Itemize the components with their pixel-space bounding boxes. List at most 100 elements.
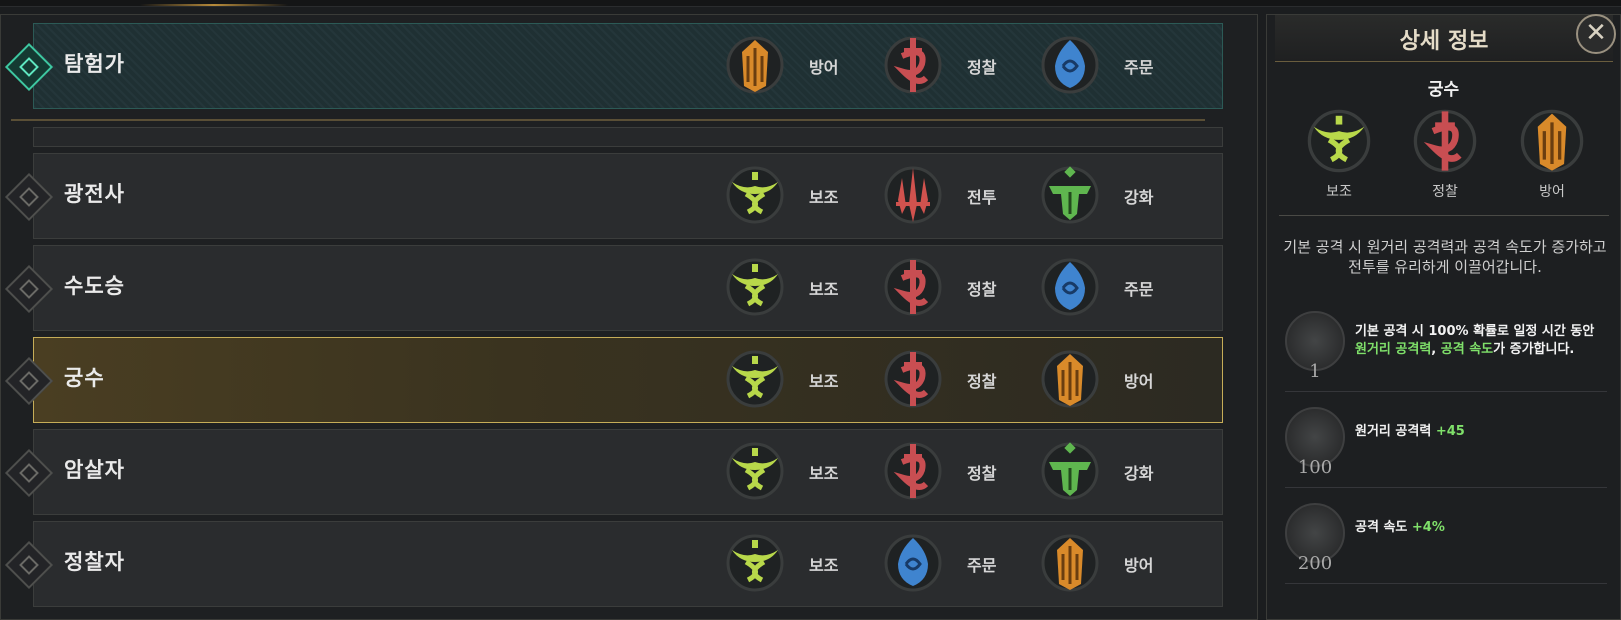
role-label: 방어 [1124, 556, 1154, 575]
effect-value: +45 [1435, 424, 1465, 439]
role-label: 강화 [1124, 464, 1154, 483]
role-slot: 보조 [724, 256, 864, 320]
combat-icon [884, 166, 942, 224]
role-slot: 방어 [724, 34, 864, 98]
role-slot: 정찰 [882, 256, 1022, 320]
effect-row: 100 원거리 공격력 +45 [1285, 401, 1607, 488]
class-row-assassin[interactable]: 암살자 보조 정찰 강화 [4, 429, 1223, 515]
role-slot: 강화 [1039, 440, 1179, 504]
effect-highlight: 원거리 공격력 [1355, 342, 1432, 357]
description-line: 전투를 유리하게 이끌어갑니다. [1348, 258, 1542, 276]
class-row-explorer[interactable]: 탐험가 방어 정찰 주문 [4, 23, 1223, 109]
role-slot: 주문 [882, 532, 1022, 596]
class-name: 탐험가 [64, 52, 125, 76]
recon-icon [884, 442, 942, 500]
effect-level: 100 [1297, 457, 1333, 478]
selected-class-name: 궁수 [1427, 80, 1460, 100]
role-slot: 전투 [882, 164, 1022, 228]
detail-role: 방어 [1514, 107, 1590, 207]
role-label: 정찰 [1432, 184, 1458, 200]
role-label: 방어 [1124, 372, 1154, 391]
class-emblem-icon [4, 42, 54, 92]
section-divider [11, 119, 1205, 121]
role-slot: 보조 [724, 440, 864, 504]
class-row-archer[interactable]: 궁수 보조 정찰 방어 [4, 337, 1223, 423]
defense-icon [1520, 109, 1584, 173]
divider [1279, 215, 1609, 216]
spell-icon [1041, 36, 1099, 94]
detail-header: 상세 정보 [1275, 15, 1613, 62]
defense-icon [726, 36, 784, 94]
role-label: 정찰 [967, 372, 997, 391]
role-slot: 보조 [724, 348, 864, 412]
class-name: 광전사 [64, 182, 125, 206]
role-label: 보조 [809, 280, 839, 299]
role-label: 전투 [967, 188, 997, 207]
class-description: 기본 공격 시 원거리 공격력과 공격 속도가 증가하고 전투를 유리하게 이끌… [1277, 237, 1613, 277]
recon-icon [884, 36, 942, 94]
class-name: 궁수 [64, 366, 105, 390]
role-slot: 주문 [1039, 256, 1179, 320]
effect-level: 1 [1309, 361, 1321, 382]
role-label: 보조 [1326, 184, 1352, 200]
class-list-panel: 탐험가 방어 정찰 주문 광전사 보조 전투 강화 수도승 보조 정찰 주문 궁… [0, 14, 1258, 620]
class-name: 수도승 [64, 274, 125, 298]
effect-value: +4% [1411, 520, 1445, 535]
role-label: 정찰 [967, 58, 997, 77]
role-label: 보조 [809, 464, 839, 483]
role-label: 주문 [1124, 280, 1154, 299]
spell-icon [1041, 258, 1099, 316]
effect-tail: 가 증가합니다. [1493, 342, 1575, 357]
effect-stat: 원거리 공격력 [1355, 424, 1436, 439]
role-slot: 주문 [1039, 34, 1179, 98]
description-line: 기본 공격 시 원거리 공격력과 공격 속도가 증가하고 [1283, 238, 1607, 256]
effect-line: 기본 공격 시 100% 확률로 일정 시간 동안 [1355, 324, 1595, 339]
active-tab-indicator [140, 4, 288, 6]
role-label: 보조 [809, 188, 839, 207]
support-icon [726, 258, 784, 316]
class-name: 암살자 [64, 458, 125, 482]
support-icon [1307, 109, 1371, 173]
effect-stat: 공격 속도 [1355, 520, 1412, 535]
defense-icon [1041, 350, 1099, 408]
effect-row: 1 기본 공격 시 100% 확률로 일정 시간 동안 원거리 공격력, 공격 … [1285, 305, 1607, 392]
detail-role: 보조 [1301, 107, 1377, 207]
close-button[interactable]: ✕ [1576, 14, 1616, 54]
support-icon [726, 350, 784, 408]
class-emblem-icon [4, 356, 54, 406]
role-slot: 보조 [724, 164, 864, 228]
role-label: 주문 [967, 556, 997, 575]
enhance-icon [1041, 442, 1099, 500]
recon-icon [884, 350, 942, 408]
effect-text: 기본 공격 시 100% 확률로 일정 시간 동안 원거리 공격력, 공격 속도… [1355, 323, 1605, 359]
effect-row: 200 공격 속도 +4% [1285, 497, 1607, 584]
support-icon [726, 534, 784, 592]
role-label: 방어 [1539, 184, 1565, 200]
role-label: 방어 [809, 58, 839, 77]
detail-role: 정찰 [1407, 107, 1483, 207]
support-icon [726, 442, 784, 500]
effect-level: 200 [1297, 553, 1333, 574]
class-row-scout[interactable]: 정찰자 보조 주문 방어 [4, 521, 1223, 607]
recon-icon [1413, 109, 1477, 173]
class-row-berserker[interactable]: 광전사 보조 전투 강화 [4, 153, 1223, 239]
role-label: 보조 [809, 372, 839, 391]
class-emblem-icon [4, 448, 54, 498]
enhance-icon [1041, 166, 1099, 224]
role-label: 정찰 [967, 464, 997, 483]
role-slot: 정찰 [882, 34, 1022, 98]
spell-icon [884, 534, 942, 592]
class-emblem-icon [4, 264, 54, 314]
support-icon [726, 166, 784, 224]
role-slot: 정찰 [882, 440, 1022, 504]
role-slot: 보조 [724, 532, 864, 596]
role-slot: 방어 [1039, 348, 1179, 412]
role-label: 정찰 [967, 280, 997, 299]
role-slot: 강화 [1039, 164, 1179, 228]
class-emblem-icon [4, 172, 54, 222]
class-row-monk[interactable]: 수도승 보조 정찰 주문 [4, 245, 1223, 331]
role-slot: 정찰 [882, 348, 1022, 412]
effect-separator: , [1431, 342, 1441, 357]
detail-panel: 상세 정보 궁수 보조 정찰 방어 기본 공격 시 원거리 공격력과 공격 속도… [1266, 14, 1621, 620]
detail-title: 상세 정보 [1399, 29, 1489, 54]
